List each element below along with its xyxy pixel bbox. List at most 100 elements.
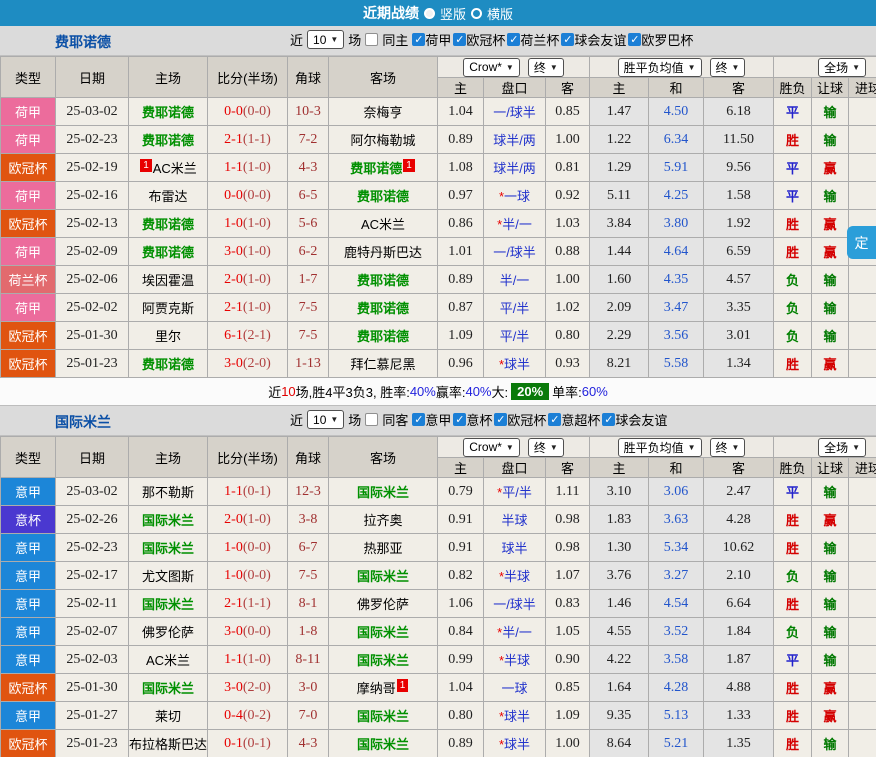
avg-odds-select[interactable]: 胜平负均值▼ bbox=[618, 438, 702, 457]
vertical-layout-radio[interactable] bbox=[424, 8, 435, 19]
league-checkbox[interactable]: ✓ bbox=[494, 413, 507, 426]
handicap-line: 一/球半 bbox=[484, 98, 546, 126]
league-checkbox[interactable]: ✓ bbox=[561, 33, 574, 46]
league-checkbox[interactable]: ✓ bbox=[548, 413, 561, 426]
home-team: 里尔 bbox=[129, 322, 208, 350]
col-header-type: 类型 bbox=[1, 437, 56, 478]
handicap-result-label: 赢 bbox=[812, 350, 849, 378]
avg-draw-odds: 4.35 bbox=[649, 266, 704, 294]
handicap-odds-home: 1.01 bbox=[438, 238, 484, 266]
corners-count: 6-2 bbox=[288, 238, 329, 266]
corners-count: 5-6 bbox=[288, 210, 329, 238]
avg-away-odds: 6.18 bbox=[704, 98, 774, 126]
odds-stage-select[interactable]: 终▼ bbox=[528, 438, 564, 457]
handicap-odds-home: 1.04 bbox=[438, 98, 484, 126]
handicap-odds-away: 1.00 bbox=[546, 266, 590, 294]
summary-text: 赢率: bbox=[436, 382, 466, 401]
match-count-select[interactable]: 10▼ bbox=[307, 30, 344, 49]
league-checkbox-label: 欧冠杯 bbox=[507, 410, 546, 429]
col-header-handicap-away: 客 bbox=[546, 78, 590, 98]
home-team: 埃因霍温 bbox=[129, 266, 208, 294]
avg-home-odds: 1.47 bbox=[590, 98, 649, 126]
corners-count: 4-3 bbox=[288, 154, 329, 182]
summary-text: 大: bbox=[492, 382, 509, 401]
result-label: 负 bbox=[774, 294, 812, 322]
league-checkbox[interactable]: ✓ bbox=[453, 413, 466, 426]
away-team: 费耶诺德 bbox=[329, 322, 438, 350]
title-bar: 近期战绩 竖版 横版 bbox=[0, 0, 876, 26]
handicap-line: *球半 bbox=[484, 730, 546, 757]
handicap-odds-away: 0.85 bbox=[546, 98, 590, 126]
match-date: 25-02-16 bbox=[56, 182, 129, 210]
league-badge: 意杯 bbox=[1, 506, 56, 534]
chevron-down-icon: ▼ bbox=[688, 443, 696, 452]
table-row: 欧冠杯25-02-191AC米兰1-1(1-0)4-3费耶诺德11.08球半/两… bbox=[1, 154, 876, 182]
table-row: 意甲25-02-23国际米兰1-0(0-0)6-7热那亚0.91球半0.981.… bbox=[1, 534, 876, 562]
odds-stage-select[interactable]: 终▼ bbox=[528, 58, 564, 77]
customize-button[interactable]: 定 bbox=[847, 226, 876, 259]
league-badge: 荷甲 bbox=[1, 294, 56, 322]
league-checkbox-label: 意超杯 bbox=[561, 410, 600, 429]
avg-home-odds: 9.35 bbox=[590, 702, 649, 730]
home-team: 尤文图斯 bbox=[129, 562, 208, 590]
match-score: 3-0(1-0) bbox=[208, 238, 288, 266]
league-checkbox[interactable]: ✓ bbox=[412, 413, 425, 426]
same-venue-checkbox[interactable] bbox=[365, 33, 378, 46]
handicap-odds-away: 1.05 bbox=[546, 618, 590, 646]
match-count-select[interactable]: 10▼ bbox=[307, 410, 344, 429]
result-label: 负 bbox=[774, 322, 812, 350]
avg-stage-select[interactable]: 终▼ bbox=[710, 438, 746, 457]
result-label: 胜 bbox=[774, 506, 812, 534]
result-label: 胜 bbox=[774, 350, 812, 378]
avg-draw-odds: 4.28 bbox=[649, 674, 704, 702]
league-checkbox[interactable]: ✓ bbox=[412, 33, 425, 46]
bookmaker-select[interactable]: Crow*▼ bbox=[463, 58, 520, 77]
handicap-odds-home: 0.89 bbox=[438, 126, 484, 154]
avg-draw-odds: 5.34 bbox=[649, 534, 704, 562]
handicap-odds-away: 0.80 bbox=[546, 322, 590, 350]
summary-text: 场,胜4平3负3, 胜率: bbox=[296, 382, 410, 401]
handicap-odds-away: 0.81 bbox=[546, 154, 590, 182]
handicap-odds-home: 1.06 bbox=[438, 590, 484, 618]
avg-draw-odds: 5.58 bbox=[649, 350, 704, 378]
home-team: 费耶诺德 bbox=[129, 126, 208, 154]
col-header-away: 客场 bbox=[329, 437, 438, 478]
same-venue-checkbox[interactable] bbox=[365, 413, 378, 426]
league-checkbox-group: ✓意甲✓意杯✓欧冠杯✓意超杯✓球会友谊 bbox=[412, 410, 669, 429]
avg-odds-select[interactable]: 胜平负均值▼ bbox=[618, 58, 702, 77]
home-team: 费耶诺德 bbox=[129, 210, 208, 238]
league-badge: 意甲 bbox=[1, 646, 56, 674]
col-header-corners: 角球 bbox=[288, 57, 329, 98]
league-checkbox[interactable]: ✓ bbox=[507, 33, 520, 46]
handicap-line: 一/球半 bbox=[484, 238, 546, 266]
scope-select[interactable]: 全场▼ bbox=[818, 438, 866, 457]
handicap-result-label: 赢 bbox=[812, 210, 849, 238]
match-score: 3-0(0-0) bbox=[208, 618, 288, 646]
handicap-odds-away: 1.00 bbox=[546, 730, 590, 757]
league-checkbox[interactable]: ✓ bbox=[628, 33, 641, 46]
home-team: 阿贾克斯 bbox=[129, 294, 208, 322]
home-team: 那不勒斯 bbox=[129, 478, 208, 506]
horizontal-layout-radio[interactable] bbox=[471, 8, 482, 19]
result-label: 胜 bbox=[774, 590, 812, 618]
table-row: 意甲25-02-17尤文图斯1-0(0-0)7-5国际米兰0.82*半球1.07… bbox=[1, 562, 876, 590]
avg-home-odds: 1.30 bbox=[590, 534, 649, 562]
chevron-down-icon: ▼ bbox=[550, 443, 558, 452]
table-row: 欧冠杯25-01-23布拉格斯巴达0-1(0-1)4-3国际米兰0.89*球半1… bbox=[1, 730, 876, 757]
home-team: 佛罗伦萨 bbox=[129, 618, 208, 646]
col-header-avg-home: 主 bbox=[590, 78, 649, 98]
avg-away-odds: 6.59 bbox=[704, 238, 774, 266]
bookmaker-select[interactable]: Crow*▼ bbox=[463, 438, 520, 457]
avg-home-odds: 8.64 bbox=[590, 730, 649, 757]
summary-text: 40% bbox=[465, 384, 491, 399]
match-date: 25-02-07 bbox=[56, 618, 129, 646]
avg-draw-odds: 4.25 bbox=[649, 182, 704, 210]
avg-stage-select[interactable]: 终▼ bbox=[710, 58, 746, 77]
goals-cell-clipped bbox=[849, 478, 876, 506]
scope-select[interactable]: 全场▼ bbox=[818, 58, 866, 77]
table-row: 意甲25-03-02那不勒斯1-1(0-1)12-3国际米兰0.79*平/半1.… bbox=[1, 478, 876, 506]
league-checkbox[interactable]: ✓ bbox=[453, 33, 466, 46]
league-checkbox[interactable]: ✓ bbox=[602, 413, 615, 426]
match-date: 25-02-03 bbox=[56, 646, 129, 674]
handicap-line: *平/半 bbox=[484, 478, 546, 506]
